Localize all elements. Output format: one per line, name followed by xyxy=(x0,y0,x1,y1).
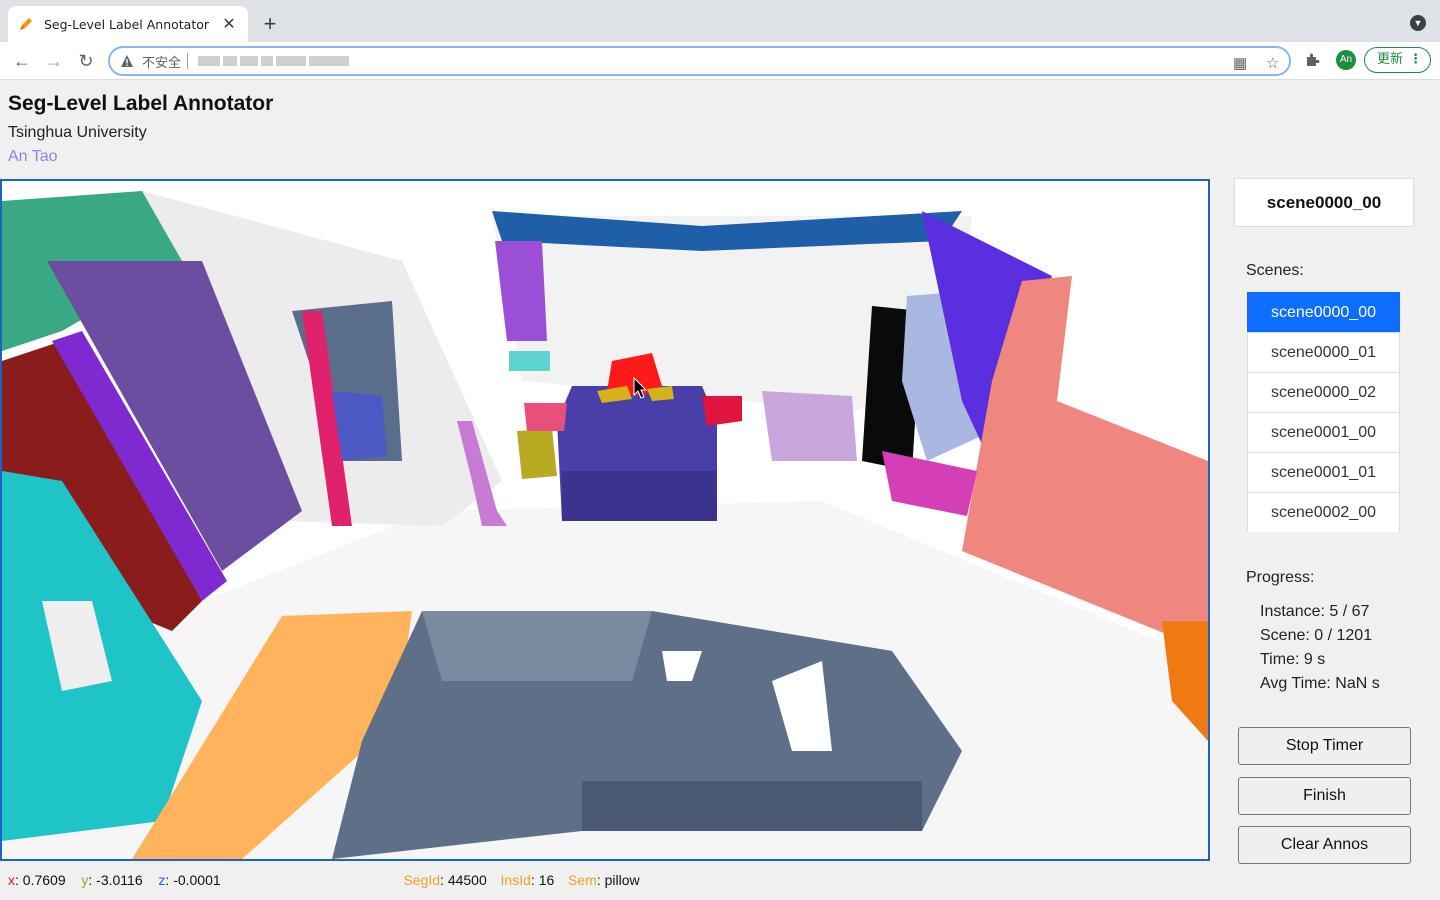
finish-button[interactable]: Finish xyxy=(1238,777,1411,815)
author-link[interactable]: An Tao xyxy=(8,148,58,166)
forward-icon[interactable]: → xyxy=(42,50,66,72)
address-bar[interactable]: 不安全 ▦ ☆ xyxy=(108,46,1291,76)
x-value: 0.7609 xyxy=(22,872,66,888)
scene-item[interactable]: scene0002_00 xyxy=(1247,492,1400,532)
y-value: -3.0116 xyxy=(96,872,143,888)
new-tab-button[interactable]: + xyxy=(258,12,282,36)
update-label: 更新 xyxy=(1377,52,1404,67)
current-scene: scene0000_00 xyxy=(1234,178,1414,227)
close-icon[interactable]: ✕ xyxy=(220,14,238,34)
instance-progress: Instance: 5 / 67 xyxy=(1260,603,1370,620)
security-label[interactable]: 不安全 xyxy=(142,52,181,71)
pencil-icon xyxy=(18,16,34,32)
tab-search-icon[interactable]: ▼ xyxy=(1410,15,1426,31)
scene-item[interactable]: scene0000_01 xyxy=(1247,332,1400,373)
scene-render[interactable] xyxy=(2,181,1208,859)
sem-label: Sem xyxy=(568,872,597,888)
avatar[interactable]: An xyxy=(1336,50,1356,70)
coordinate-readout: x: 0.7609 y: -3.0116 z: -0.0001 SegId: 4… xyxy=(8,872,640,888)
scene-progress: Scene: 0 / 1201 xyxy=(1260,627,1373,644)
star-icon[interactable]: ☆ xyxy=(1266,54,1279,72)
qr-icon[interactable]: ▦ xyxy=(1233,54,1247,72)
insid-label: InsId xyxy=(500,872,531,888)
scenes-label: Scenes: xyxy=(1246,262,1304,279)
reload-icon[interactable]: ↻ xyxy=(74,50,98,72)
insid-value: 16 xyxy=(538,872,555,888)
separator xyxy=(187,53,189,69)
segid-value: 44500 xyxy=(447,872,487,888)
back-icon[interactable]: ← xyxy=(10,50,34,72)
scene-item[interactable]: scene0001_01 xyxy=(1247,452,1400,493)
time-elapsed: Time: 9 s xyxy=(1260,651,1326,668)
affiliation: Tsinghua University xyxy=(8,124,147,141)
clear-annos-button[interactable]: Clear Annos xyxy=(1238,826,1411,864)
url-text xyxy=(198,56,350,66)
scene-list[interactable]: scene0000_00 scene0000_01 scene0000_02 s… xyxy=(1247,292,1400,532)
3d-viewport[interactable] xyxy=(0,179,1210,861)
browser-tab-bar: Seg-Level Label Annotator ✕ + ▼ xyxy=(0,0,1440,42)
sem-value: pillow xyxy=(604,872,640,888)
warning-icon xyxy=(120,54,134,68)
update-button[interactable]: 更新 ⋮ xyxy=(1364,47,1431,73)
scene-item[interactable]: scene0000_02 xyxy=(1247,372,1400,413)
x-label: x xyxy=(8,872,15,888)
page-title: Seg-Level Label Annotator xyxy=(8,92,274,115)
menu-icon[interactable]: ⋮ xyxy=(1409,48,1422,72)
browser-toolbar: ← → ↻ 不安全 ▦ ☆ An 更新 ⋮ xyxy=(0,42,1440,80)
z-label: z xyxy=(158,872,166,888)
z-value: -0.0001 xyxy=(173,872,221,888)
browser-tab[interactable]: Seg-Level Label Annotator ✕ xyxy=(8,6,248,42)
y-label: y xyxy=(81,872,89,888)
avg-time: Avg Time: NaN s xyxy=(1260,675,1380,692)
tab-title: Seg-Level Label Annotator xyxy=(44,16,210,32)
stop-timer-button[interactable]: Stop Timer xyxy=(1238,727,1411,765)
scene-item[interactable]: scene0001_00 xyxy=(1247,412,1400,453)
scene-item[interactable]: scene0000_00 xyxy=(1247,292,1400,333)
extensions-icon[interactable] xyxy=(1304,52,1322,70)
segid-label: SegId xyxy=(403,872,441,888)
progress-label: Progress: xyxy=(1246,569,1315,586)
